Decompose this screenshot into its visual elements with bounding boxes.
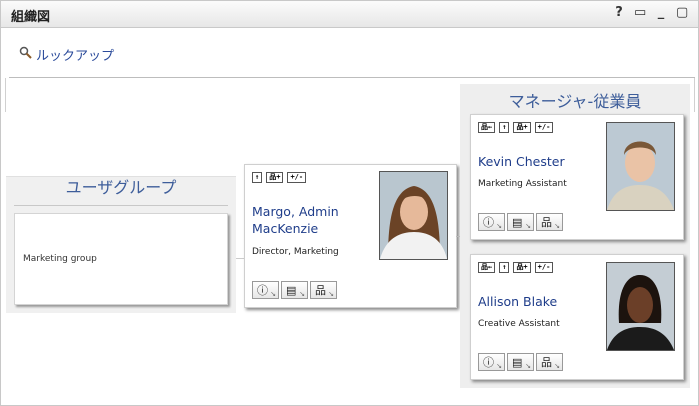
user-group-header: ユーザグループ [65,178,177,197]
person-name-link[interactable]: Allison Blake [478,293,557,310]
corner-arrow-icon: ↘ [299,290,305,298]
print-icon[interactable]: ▭ [634,5,646,21]
divider [9,77,695,78]
org-chart-button[interactable]: 品 ↘ [536,353,563,371]
user-group-panel: ユーザグループ Marketing group [6,176,236,313]
corner-arrow-icon: ↘ [554,362,560,370]
org-chart-button[interactable]: 品 ↘ [536,213,563,231]
info-icon: ⓘ [483,216,494,229]
person-name-link[interactable]: Kevin Chester [478,153,565,170]
person-title: Creative Assistant [478,319,560,329]
person-card-center: ↑ 品+ +/- Margo, Admin MacKenzie Director… [244,164,457,308]
corner-arrow-icon: ↘ [496,222,502,230]
move-up-button[interactable]: ↑ [499,122,510,133]
email-icon: ▤ [286,284,297,297]
toggle-button[interactable]: +/- [534,122,554,133]
email-button[interactable]: ▤ ↘ [507,213,534,231]
corner-arrow-icon: ↘ [525,222,531,230]
email-icon: ▤ [512,216,523,229]
info-button[interactable]: ⓘ ↘ [478,213,505,231]
org-chart-icon: 品 [541,216,552,229]
connector-line [236,258,244,259]
group-card[interactable]: Marketing group [14,213,228,305]
corner-arrow-icon: ↘ [554,222,560,230]
manager-employee-header: マネージャ-従業員 [508,92,642,111]
corner-arrow-icon: ↘ [328,290,334,298]
show-manager-button[interactable]: 品← [478,122,496,133]
toggle-button[interactable]: +/- [534,262,554,273]
minimize-icon[interactable]: _ [655,5,667,21]
person-name-line[interactable]: MacKenzie [252,220,339,237]
info-icon: ⓘ [483,356,494,369]
toggle-button[interactable]: +/- [287,172,307,183]
lookup-link[interactable]: ルックアップ [19,45,114,64]
expand-reports-button[interactable]: 品+ [266,172,284,183]
help-icon[interactable]: ? [613,5,625,21]
person-photo [606,122,675,211]
org-chart-button[interactable]: 品 ↘ [310,281,337,299]
person-photo [606,262,675,351]
divider [5,78,6,112]
portlet-titlebar: 組織図 ? ▭ _ ▢ [1,1,698,28]
move-up-button[interactable]: ↑ [252,172,263,183]
maximize-icon[interactable]: ▢ [676,5,688,21]
email-button[interactable]: ▤ ↘ [507,353,534,371]
corner-arrow-icon: ↘ [270,290,276,298]
expand-reports-button[interactable]: 品+ [513,122,531,133]
person-title: Marketing Assistant [478,179,567,189]
org-chart-icon: 品 [315,284,326,297]
email-icon: ▤ [512,356,523,369]
corner-arrow-icon: ↘ [525,362,531,370]
move-up-button[interactable]: ↑ [499,262,510,273]
person-title: Director, Marketing [252,247,339,257]
person-card-employee: 品← ↑ 品+ +/- Kevin Chester Marketing Assi… [470,114,684,240]
org-chart-icon: 品 [541,356,552,369]
group-name[interactable]: Marketing group [23,254,97,264]
person-name-line[interactable]: Margo, Admin [252,203,339,220]
divider [694,78,695,112]
person-photo [379,171,448,260]
info-button[interactable]: ⓘ ↘ [252,281,279,299]
corner-arrow-icon: ↘ [496,362,502,370]
info-button[interactable]: ⓘ ↘ [478,353,505,371]
person-name-link[interactable]: Margo, Admin MacKenzie [252,203,339,237]
show-manager-button[interactable]: 品← [478,262,496,273]
divider [14,205,228,206]
email-button[interactable]: ▤ ↘ [281,281,308,299]
info-icon: ⓘ [257,284,268,297]
manager-employee-panel: マネージャ-従業員 品← ↑ 品+ +/- Kevin Chester Mark… [460,84,690,388]
person-card-employee: 品← ↑ 品+ +/- Allison Blake Creative Assis… [470,254,684,380]
magnifier-icon [19,46,33,64]
portlet-title: 組織図 [11,10,51,25]
lookup-label[interactable]: ルックアップ [36,45,114,64]
expand-reports-button[interactable]: 品+ [513,262,531,273]
